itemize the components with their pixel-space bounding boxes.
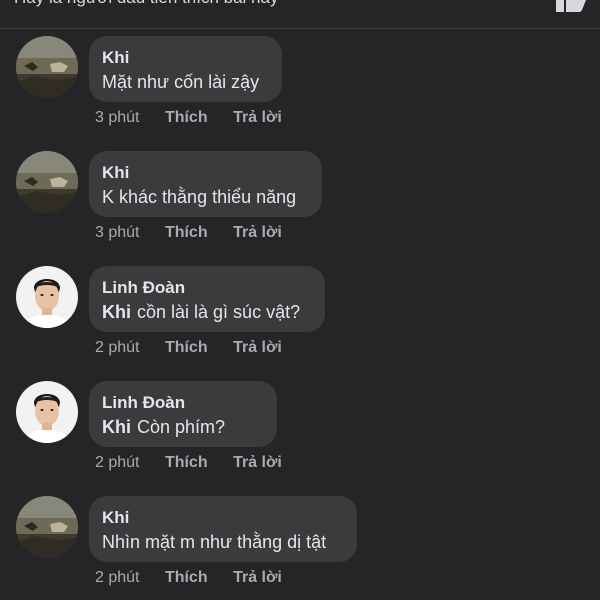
comment-meta: 3 phút Thích Trả lời — [95, 224, 282, 242]
person-avatar-icon[interactable] — [16, 381, 78, 443]
comment-text: Còn phím? — [137, 417, 226, 437]
comments-screen: Hãy là người đầu tiên thích bài này Khi — [0, 0, 600, 600]
reply-button[interactable]: Trả lời — [233, 454, 282, 471]
reply-button[interactable]: Trả lời — [233, 569, 282, 586]
reply-button[interactable]: Trả lời — [233, 224, 282, 241]
comment-item: Linh Đoàn Khi cồn lài là gì súc vật? 2 ph… — [0, 266, 600, 381]
comment-item: Khi K khác thằng thiểu năng 3 phút Thích… — [0, 151, 600, 266]
thumbs-up-icon[interactable] — [550, 0, 588, 12]
reply-button[interactable]: Trả lời — [233, 109, 282, 126]
comment-text-line: Nhìn mặt m như thằng dị tật — [102, 530, 343, 554]
comment-meta: 2 phút Thích Trả lời — [95, 569, 282, 587]
like-button[interactable]: Thích — [165, 224, 208, 241]
comment-author[interactable]: Linh Đoàn — [102, 393, 263, 415]
like-button[interactable]: Thích — [165, 454, 208, 471]
landscape-avatar-icon[interactable] — [16, 151, 78, 213]
like-button[interactable]: Thích — [165, 109, 208, 126]
first-like-banner: Hãy là người đầu tiên thích bài này — [0, 0, 600, 29]
comment-author[interactable]: Linh Đoàn — [102, 278, 311, 300]
comment-item: Khi Nhìn mặt m như thằng dị tật 2 phút T… — [0, 496, 600, 600]
comment-time: 2 phút — [95, 569, 140, 586]
comment-bubble: Khi Mặt như cốn lài zậy — [89, 36, 282, 102]
comment-text: Mặt như cốn lài zậy — [102, 72, 260, 92]
mention-tag[interactable]: Khi — [102, 302, 131, 322]
comment-bubble: Linh Đoàn Khi cồn lài là gì súc vật? — [89, 266, 325, 332]
landscape-avatar-icon[interactable] — [16, 496, 78, 558]
comment-meta: 3 phút Thích Trả lời — [95, 109, 282, 127]
comment-item: Linh Đoàn Khi Còn phím? 2 phút Thích Trả … — [0, 381, 600, 496]
reply-button[interactable]: Trả lời — [233, 339, 282, 356]
comment-text: cồn lài là gì súc vật? — [137, 302, 301, 322]
comment-bubble: Linh Đoàn Khi Còn phím? — [89, 381, 277, 447]
comment-author[interactable]: Khi — [102, 508, 343, 530]
like-button[interactable]: Thích — [165, 569, 208, 586]
comment-bubble: Khi K khác thằng thiểu năng — [89, 151, 322, 217]
comment-text: Nhìn mặt m như thằng dị tật — [102, 532, 327, 552]
comment-author[interactable]: Khi — [102, 163, 308, 185]
comment-meta: 2 phút Thích Trả lời — [95, 339, 282, 357]
mention-tag[interactable]: Khi — [102, 417, 131, 437]
comment-bubble: Khi Nhìn mặt m như thằng dị tật — [89, 496, 357, 562]
comment-time: 2 phút — [95, 339, 140, 356]
like-button[interactable]: Thích — [165, 339, 208, 356]
comment-time: 2 phút — [95, 454, 140, 471]
comment-meta: 2 phút Thích Trả lời — [95, 454, 282, 472]
comment-text-line: Khi Còn phím? — [102, 415, 263, 439]
comment-text: K khác thằng thiểu năng — [102, 187, 297, 207]
comment-text-line: K khác thằng thiểu năng — [102, 185, 308, 209]
comment-time: 3 phút — [95, 109, 140, 126]
comment-text-line: Khi cồn lài là gì súc vật? — [102, 300, 311, 324]
first-like-text: Hãy là người đầu tiên thích bài này — [14, 0, 278, 8]
comment-text-line: Mặt như cốn lài zậy — [102, 70, 268, 94]
person-avatar-icon[interactable] — [16, 266, 78, 328]
landscape-avatar-icon[interactable] — [16, 36, 78, 98]
comment-item: Khi Mặt như cốn lài zậy 3 phút Thích Trả… — [0, 36, 600, 151]
comment-time: 3 phút — [95, 224, 140, 241]
comment-author[interactable]: Khi — [102, 48, 268, 70]
